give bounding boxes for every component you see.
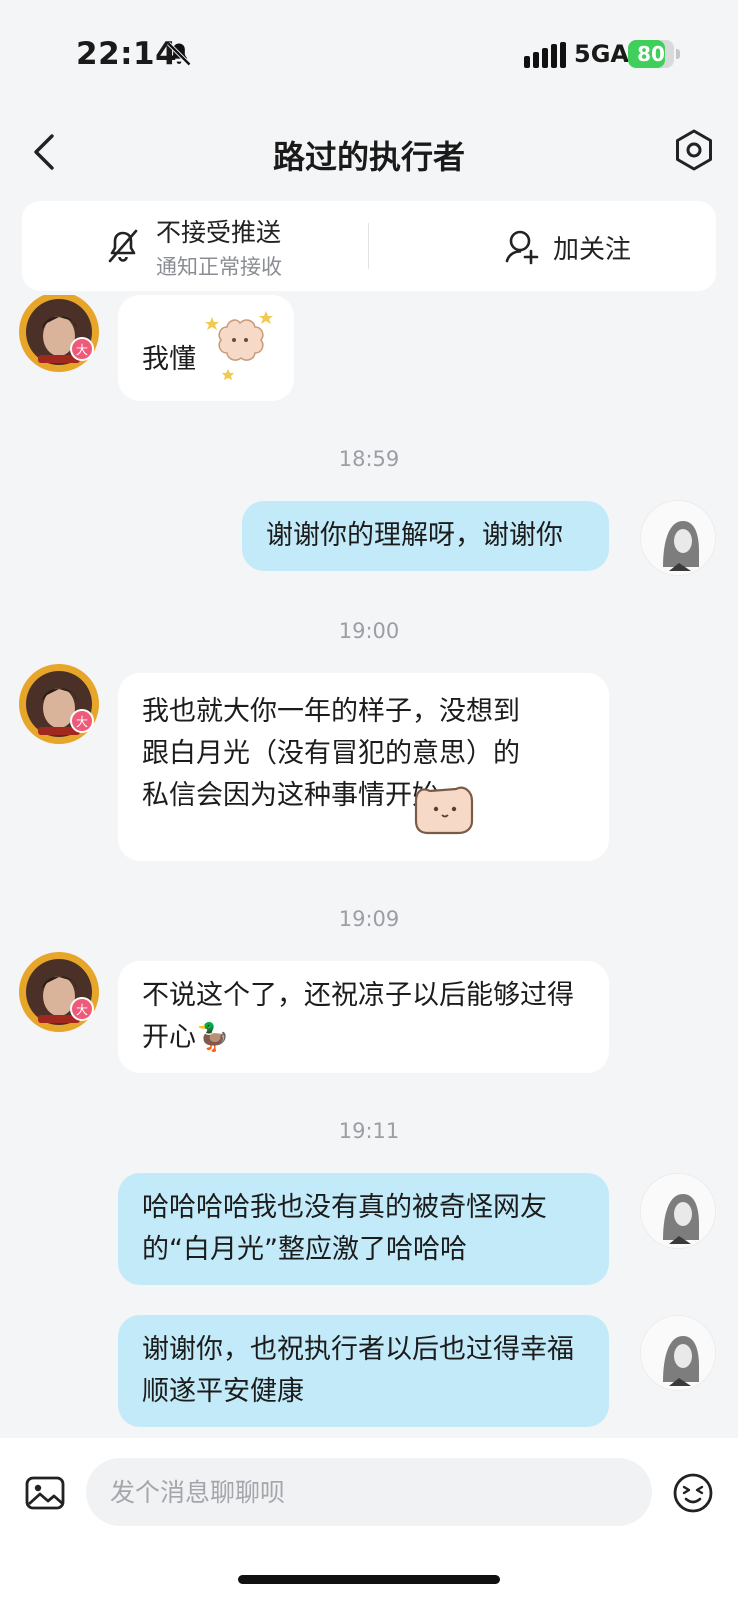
chat-header: 路过的执行者 xyxy=(0,110,738,194)
timestamp: 19:11 xyxy=(338,1119,400,1143)
mute-bell-icon xyxy=(167,42,191,66)
message-bubble-incoming[interactable]: 不说这个了，还祝凉子以后能够过得开心🦆 xyxy=(118,961,609,1073)
follow-button[interactable]: 加关注 xyxy=(369,201,716,291)
svg-text:大: 大 xyxy=(76,343,88,357)
duck-emoji: 🦆 xyxy=(196,1022,230,1053)
action-card: 不接受推送 通知正常接收 加关注 xyxy=(22,201,716,291)
battery-percent: 80 xyxy=(637,42,665,66)
message-bubble-outgoing[interactable]: 谢谢你，也祝执行者以后也过得幸福顺遂平安健康 xyxy=(118,1315,609,1427)
avatar[interactable]: 大 xyxy=(16,949,102,1035)
svg-text:大: 大 xyxy=(76,715,88,729)
decline-push-button[interactable]: 不接受推送 通知正常接收 xyxy=(22,201,368,291)
network-type: 5GA xyxy=(574,40,629,68)
push-label: 不接受推送 xyxy=(156,218,282,247)
avatar-image xyxy=(641,501,715,575)
message-text: 谢谢你，也祝执行者以后也过得幸福顺遂平安健康 xyxy=(142,1334,574,1407)
avatar-image xyxy=(641,1174,715,1248)
my-avatar[interactable] xyxy=(640,1315,716,1391)
add-user-icon xyxy=(505,230,539,265)
avatar[interactable]: 大 xyxy=(16,295,102,375)
composer-bar xyxy=(0,1438,738,1600)
message-input[interactable] xyxy=(86,1458,652,1526)
image-icon[interactable] xyxy=(24,1472,66,1514)
bell-off-icon xyxy=(108,229,138,263)
timestamp: 19:09 xyxy=(338,907,400,931)
message-bubble-incoming[interactable]: 我懂 xyxy=(118,295,294,401)
home-indicator[interactable] xyxy=(238,1575,500,1584)
signal-icon xyxy=(524,42,566,68)
my-avatar[interactable] xyxy=(640,1173,716,1249)
cat-sticker xyxy=(414,786,474,835)
message-text: 我懂 xyxy=(142,344,196,375)
my-avatar[interactable] xyxy=(640,500,716,576)
message-bubble-outgoing[interactable]: 谢谢你的理解呀，谢谢你 xyxy=(242,501,609,571)
push-sublabel: 通知正常接收 xyxy=(156,255,282,279)
timestamp: 19:00 xyxy=(338,619,400,643)
avatar-image: 大 xyxy=(19,664,99,744)
page-title: 路过的执行者 xyxy=(272,138,465,176)
timestamp: 18:59 xyxy=(338,447,400,471)
message-list[interactable]: 大 我懂 18:59 谢谢你的理解呀，谢谢你 19:00 大 我也就大你一年的样… xyxy=(0,295,738,1438)
settings-icon[interactable] xyxy=(672,128,716,172)
battery-tip xyxy=(676,49,680,59)
status-bar: 22:14 5GA 80 xyxy=(0,0,738,100)
message-text: 哈哈哈哈我也没有真的被奇怪网友的“白月光”整应激了哈哈哈 xyxy=(142,1192,547,1265)
avatar-image: 大 xyxy=(19,295,99,372)
message-bubble-outgoing[interactable]: 哈哈哈哈我也没有真的被奇怪网友的“白月光”整应激了哈哈哈 xyxy=(118,1173,609,1285)
status-time: 22:14 xyxy=(76,36,178,72)
avatar-image: 大 xyxy=(19,952,99,1032)
svg-text:大: 大 xyxy=(76,1003,88,1017)
battery-indicator: 80 xyxy=(628,40,680,68)
message-text: 我也就大你一年的样子，没想到跟白月光（没有冒犯的意思）的私信会因为这种事情开始 xyxy=(142,696,520,811)
avatar-image xyxy=(641,1316,715,1390)
emoji-icon[interactable] xyxy=(672,1472,714,1514)
message-text: 谢谢你的理解呀，谢谢你 xyxy=(266,520,563,551)
message-bubble-incoming[interactable]: 我也就大你一年的样子，没想到跟白月光（没有冒犯的意思）的私信会因为这种事情开始 xyxy=(118,673,609,861)
follow-label: 加关注 xyxy=(553,235,632,265)
avatar[interactable]: 大 xyxy=(16,661,102,747)
battery-body: 80 xyxy=(628,40,674,68)
sheep-sticker xyxy=(205,311,273,380)
